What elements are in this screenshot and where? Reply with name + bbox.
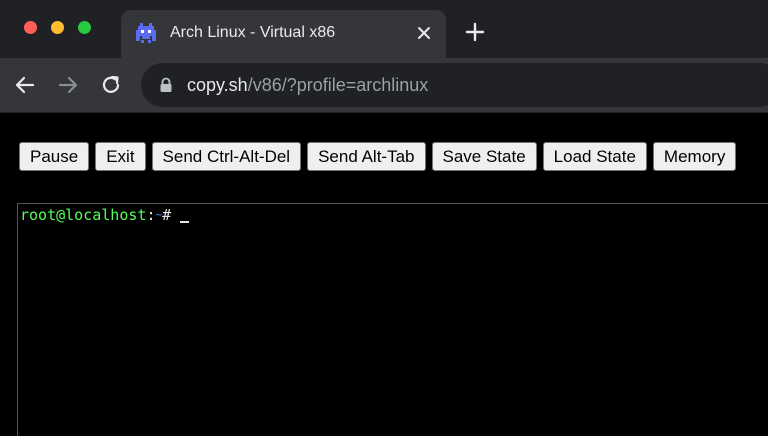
lock-icon[interactable] bbox=[159, 77, 173, 93]
v86-invader-icon bbox=[136, 23, 156, 43]
prompt-user-host: root@localhost bbox=[20, 206, 147, 224]
memory-button[interactable]: Memory bbox=[652, 142, 737, 171]
text-cursor bbox=[180, 221, 190, 223]
send-alt-tab-button[interactable]: Send Alt-Tab bbox=[307, 142, 426, 171]
send-ctrl-alt-del-button[interactable]: Send Ctrl-Alt-Del bbox=[151, 142, 302, 171]
new-tab-plus-icon[interactable] bbox=[463, 20, 487, 44]
url-text[interactable]: copy.sh/v86/?profile=archlinux bbox=[187, 74, 428, 96]
url-host: copy.sh bbox=[187, 75, 248, 95]
close-window-button[interactable] bbox=[24, 21, 37, 34]
load-state-button[interactable]: Load State bbox=[542, 142, 647, 171]
tab-title: Arch Linux - Virtual x86 bbox=[170, 24, 336, 41]
close-icon[interactable] bbox=[414, 23, 434, 43]
pause-button[interactable]: Pause bbox=[19, 142, 90, 171]
minimize-window-button[interactable] bbox=[51, 21, 64, 34]
tab-strip: Arch Linux - Virtual x86 bbox=[0, 0, 768, 58]
page-content: Pause Exit Send Ctrl-Alt-Del Send Alt-Tab Sa… bbox=[0, 113, 768, 436]
maximize-window-button[interactable] bbox=[78, 21, 91, 34]
prompt-symbol: # bbox=[162, 206, 172, 224]
tab-active[interactable]: Arch Linux - Virtual x86 bbox=[121, 10, 446, 58]
shell-prompt: root@localhost:~# bbox=[20, 206, 190, 224]
browser-window: Arch Linux - Virtual x86 copy.sh/v86/?pr… bbox=[0, 0, 768, 436]
browser-toolbar: copy.sh/v86/?profile=archlinux bbox=[0, 58, 768, 113]
back-arrow-icon[interactable] bbox=[12, 72, 38, 98]
forward-arrow-icon[interactable] bbox=[55, 72, 81, 98]
address-bar[interactable]: copy.sh/v86/?profile=archlinux bbox=[141, 63, 768, 107]
emulator-controls: Pause Exit Send Ctrl-Alt-Del Send Alt-Tab Sa… bbox=[19, 142, 742, 171]
url-path: /v86/?profile=archlinux bbox=[247, 75, 429, 95]
exit-button[interactable]: Exit bbox=[95, 142, 146, 171]
reload-icon[interactable] bbox=[98, 72, 124, 98]
emulator-screen[interactable]: root@localhost:~# bbox=[17, 203, 768, 436]
save-state-button[interactable]: Save State bbox=[431, 142, 537, 171]
